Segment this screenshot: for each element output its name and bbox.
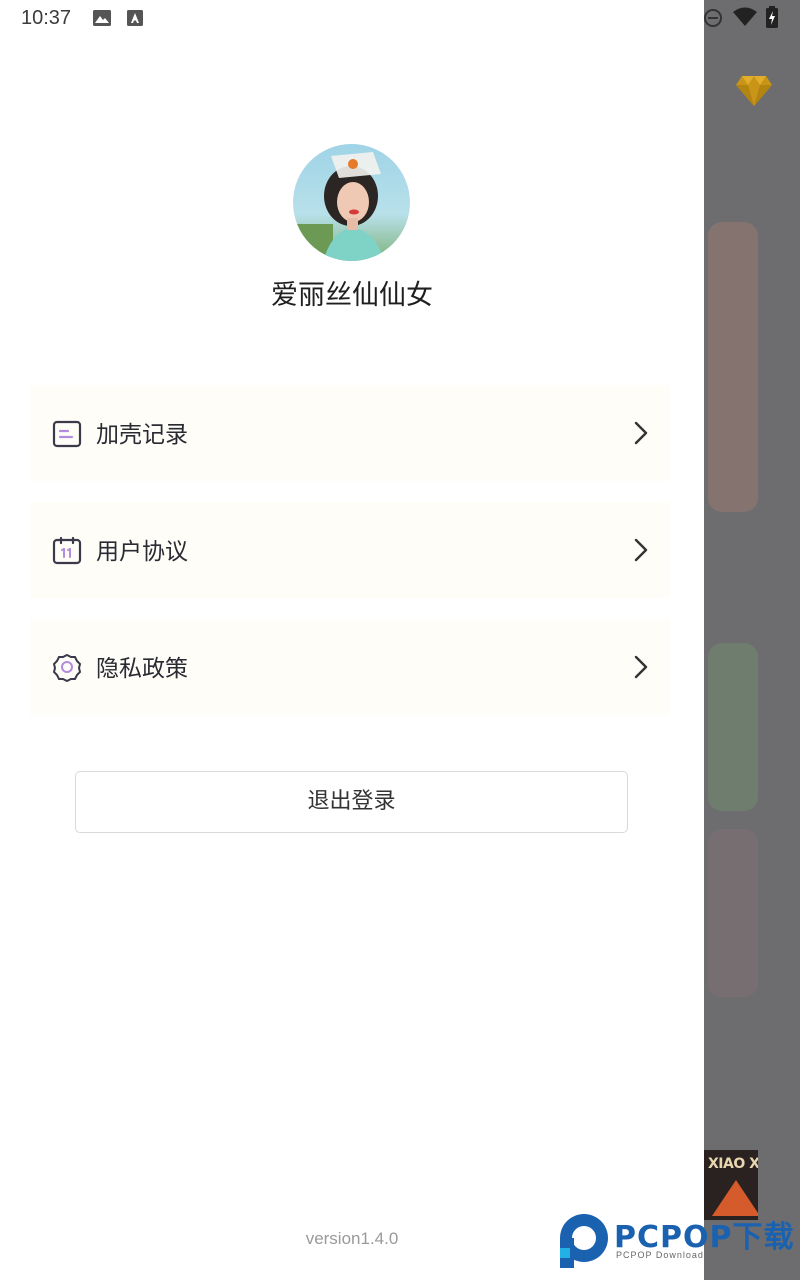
- background-card: [708, 643, 758, 811]
- status-bar: 10:37: [0, 0, 800, 36]
- menu-item-label: 隐私政策: [96, 656, 188, 682]
- status-time: 10:37: [21, 7, 72, 29]
- logout-button[interactable]: 退出登录: [75, 771, 628, 833]
- do-not-disturb-icon: [704, 9, 722, 27]
- chevron-right-icon: [634, 538, 648, 562]
- background-card: [708, 829, 758, 997]
- diamond-vip-icon[interactable]: [735, 74, 773, 108]
- navigation-drawer: 爱丽丝仙仙女 加壳记录 用户协议 隐私政策 退出登录 version1.4.0: [0, 0, 704, 1280]
- pcpop-logo-icon: [560, 1214, 608, 1268]
- avatar[interactable]: [293, 144, 410, 261]
- menu-item-shell-records[interactable]: 加壳记录: [30, 385, 670, 481]
- watermark-subtitle: PCPOP Download: [616, 1250, 704, 1260]
- image-notification-icon: [93, 10, 111, 26]
- menu-item-label: 用户协议: [96, 539, 188, 565]
- pcpop-watermark: PCPOP下载 PCPOP Download: [556, 1208, 800, 1272]
- wifi-icon: [733, 7, 757, 26]
- menu-item-user-agreement[interactable]: 用户协议: [30, 502, 670, 598]
- background-card: [708, 222, 758, 512]
- chevron-right-icon: [634, 655, 648, 679]
- battery-icon: [766, 6, 778, 28]
- menu-item-label: 加壳记录: [96, 422, 188, 448]
- badge-icon: [52, 653, 82, 683]
- thumbnail-text: XIAO XI: [708, 1156, 758, 1172]
- calendar-icon: [52, 536, 82, 565]
- text-notification-icon: [127, 10, 143, 26]
- list-card-icon: [52, 420, 82, 448]
- chevron-right-icon: [634, 421, 648, 445]
- username: 爱丽丝仙仙女: [271, 280, 433, 311]
- menu-item-privacy-policy[interactable]: 隐私政策: [30, 619, 670, 715]
